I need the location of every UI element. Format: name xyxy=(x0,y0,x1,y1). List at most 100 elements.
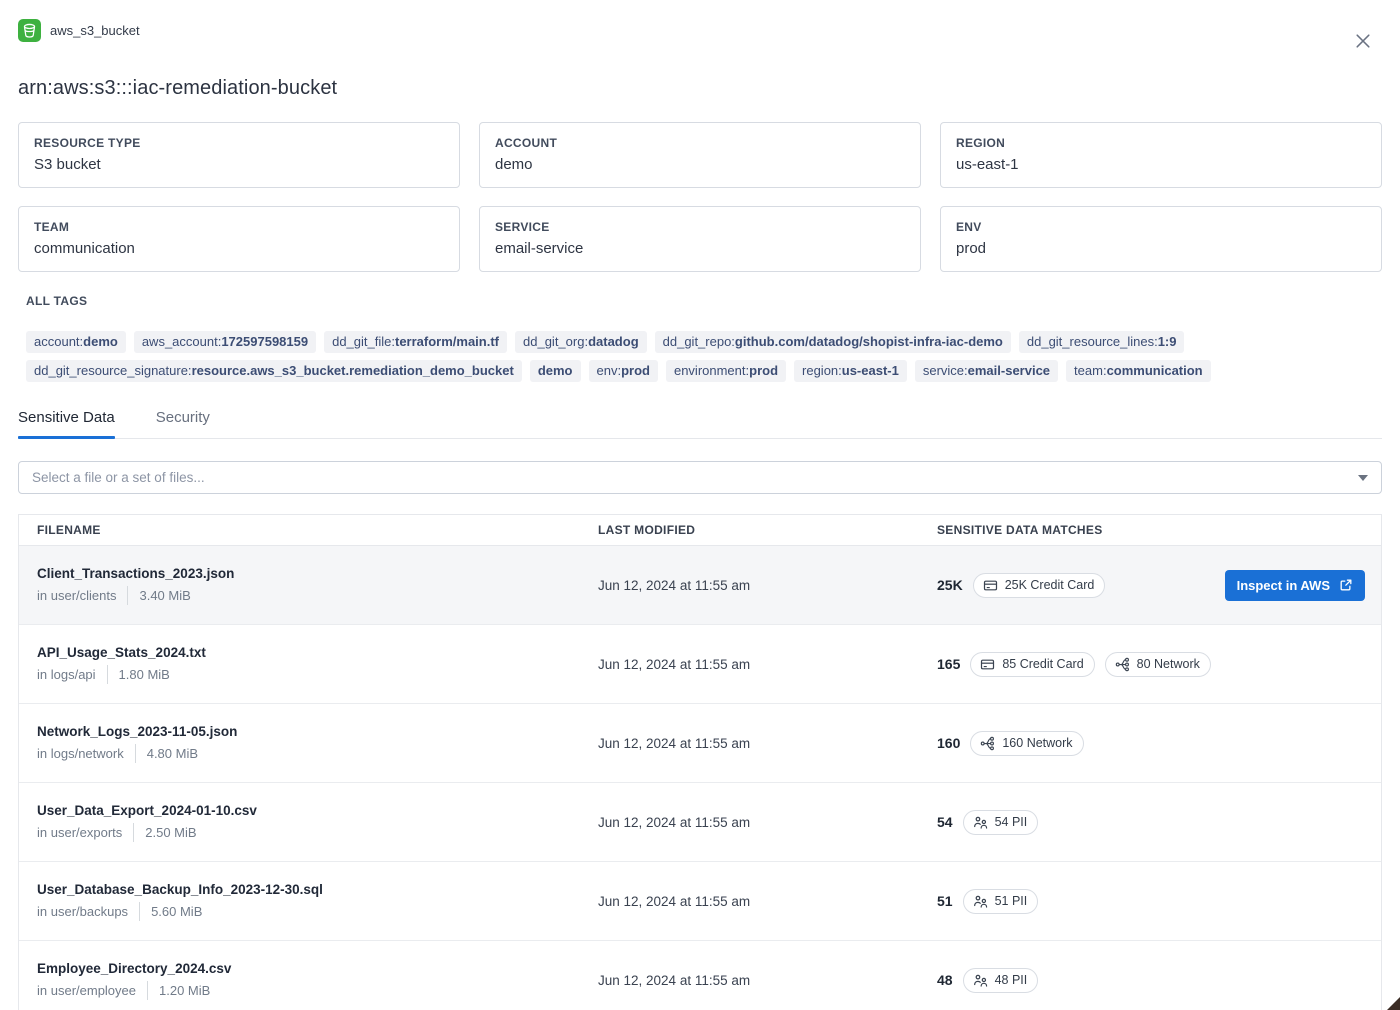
tag-pill[interactable]: aws_account:172597598159 xyxy=(134,331,316,353)
file-location: in user/backups xyxy=(37,904,128,919)
tag-pill[interactable]: team:communication xyxy=(1066,360,1211,382)
attribute-card-label: ENV xyxy=(956,220,1366,234)
match-badge: 51 PII xyxy=(963,889,1039,914)
divider xyxy=(107,665,108,684)
tag-pill[interactable]: dd_git_org:datadog xyxy=(515,331,647,353)
file-name: Network_Logs_2023-11-05.json xyxy=(37,724,598,739)
tag-pill[interactable]: account:demo xyxy=(26,331,126,353)
inspect-in-aws-label: Inspect in AWS xyxy=(1237,578,1330,593)
match-badge-label: 51 PII xyxy=(995,894,1028,908)
inspect-in-aws-button[interactable]: Inspect in AWS xyxy=(1225,570,1365,601)
attribute-card: RESOURCE TYPE S3 bucket xyxy=(18,122,460,188)
file-location: in user/clients xyxy=(37,588,116,603)
mouse-cursor xyxy=(1387,997,1400,1010)
tab-sensitive-data[interactable]: Sensitive Data xyxy=(18,409,115,438)
last-modified-value: Jun 12, 2024 at 11:55 am xyxy=(598,736,937,751)
match-badge-label: 25K Credit Card xyxy=(1005,578,1095,592)
table-row[interactable]: User_Database_Backup_Info_2023-12-30.sql… xyxy=(19,862,1381,941)
match-badge-label: 160 Network xyxy=(1002,736,1072,750)
divider xyxy=(127,586,128,605)
all-tags-label: ALL TAGS xyxy=(26,294,1382,308)
match-badge-label: 85 Credit Card xyxy=(1002,657,1083,671)
file-location: in user/exports xyxy=(37,825,122,840)
match-badges: 54 PII xyxy=(963,810,1039,835)
match-count: 51 xyxy=(937,893,953,909)
column-header-matches: SENSITIVE DATA MATCHES xyxy=(937,523,1381,537)
file-size: 5.60 MiB xyxy=(151,904,202,919)
tags-list: account:demo aws_account:172597598159 dd… xyxy=(26,331,1382,382)
attribute-card-label: SERVICE xyxy=(495,220,905,234)
file-size: 3.40 MiB xyxy=(139,588,190,603)
all-tags-section: ALL TAGS account:demo aws_account:172597… xyxy=(26,294,1382,382)
tab-security[interactable]: Security xyxy=(156,409,210,438)
attribute-card-label: RESOURCE TYPE xyxy=(34,136,444,150)
attribute-card-value: S3 bucket xyxy=(34,156,444,173)
column-header-last-modified: LAST MODIFIED xyxy=(598,523,937,537)
resource-type-chip: aws_s3_bucket xyxy=(18,19,140,42)
tag-pill[interactable]: dd_git_repo:github.com/datadog/shopist-i… xyxy=(655,331,1011,353)
table-row[interactable]: API_Usage_Stats_2024.txt in logs/api 1.8… xyxy=(19,625,1381,704)
file-location: in user/employee xyxy=(37,983,136,998)
last-modified-value: Jun 12, 2024 at 11:55 am xyxy=(598,657,937,672)
match-badges: 85 Credit Card 80 Network xyxy=(970,652,1211,677)
s3-bucket-icon xyxy=(18,19,41,42)
attribute-card: REGION us-east-1 xyxy=(940,122,1382,188)
file-size: 1.80 MiB xyxy=(119,667,170,682)
attribute-cards: RESOURCE TYPE S3 bucket ACCOUNT demo REG… xyxy=(18,122,1382,272)
top-bar: aws_s3_bucket xyxy=(18,0,1382,54)
tag-pill[interactable]: demo xyxy=(530,360,581,382)
attribute-card-value: prod xyxy=(956,240,1366,257)
table-row[interactable]: User_Data_Export_2024-01-10.csv in user/… xyxy=(19,783,1381,862)
table-row[interactable]: Network_Logs_2023-11-05.json in logs/net… xyxy=(19,704,1381,783)
divider xyxy=(135,744,136,763)
match-badges: 25K Credit Card xyxy=(973,573,1106,598)
file-select[interactable]: Select a file or a set of files... xyxy=(18,461,1382,494)
network-icon xyxy=(1115,657,1130,672)
resource-detail-panel: aws_s3_bucket arn:aws:s3:::iac-remediati… xyxy=(0,0,1400,1010)
tag-pill[interactable]: dd_git_resource_signature:resource.aws_s… xyxy=(26,360,522,382)
file-location: in logs/api xyxy=(37,667,96,682)
tag-pill[interactable]: env:prod xyxy=(589,360,658,382)
match-count: 48 xyxy=(937,972,953,988)
match-badge: 160 Network xyxy=(970,731,1083,756)
divider xyxy=(139,902,140,921)
file-name: Client_Transactions_2023.json xyxy=(37,566,598,581)
credit-card-icon xyxy=(983,578,998,593)
tag-pill[interactable]: dd_git_file:terraform/main.tf xyxy=(324,331,507,353)
divider xyxy=(133,823,134,842)
file-name: User_Database_Backup_Info_2023-12-30.sql xyxy=(37,882,598,897)
pii-icon xyxy=(973,815,988,830)
network-icon xyxy=(980,736,995,751)
match-badges: 48 PII xyxy=(963,968,1039,993)
files-table: FILENAME LAST MODIFIED SENSITIVE DATA MA… xyxy=(18,514,1382,1010)
tag-pill[interactable]: region:us-east-1 xyxy=(794,360,907,382)
last-modified-value: Jun 12, 2024 at 11:55 am xyxy=(598,894,937,909)
tag-pill[interactable]: environment:prod xyxy=(666,360,786,382)
attribute-card-value: communication xyxy=(34,240,444,257)
match-badge: 48 PII xyxy=(963,968,1039,993)
file-name: User_Data_Export_2024-01-10.csv xyxy=(37,803,598,818)
tag-pill[interactable]: service:email-service xyxy=(915,360,1058,382)
attribute-card-label: ACCOUNT xyxy=(495,136,905,150)
divider xyxy=(147,981,148,1000)
tag-pill[interactable]: dd_git_resource_lines:1:9 xyxy=(1019,331,1185,353)
match-badge: 85 Credit Card xyxy=(970,652,1094,677)
table-row[interactable]: Client_Transactions_2023.json in user/cl… xyxy=(19,546,1381,625)
close-button[interactable] xyxy=(1350,28,1376,54)
last-modified-value: Jun 12, 2024 at 11:55 am xyxy=(598,973,937,988)
table-body: Client_Transactions_2023.json in user/cl… xyxy=(19,546,1381,1010)
attribute-card-value: demo xyxy=(495,156,905,173)
attribute-card-value: email-service xyxy=(495,240,905,257)
attribute-card-label: TEAM xyxy=(34,220,444,234)
match-badge: 54 PII xyxy=(963,810,1039,835)
match-badge-label: 80 Network xyxy=(1137,657,1200,671)
pii-icon xyxy=(973,973,988,988)
page-title: arn:aws:s3:::iac-remediation-bucket xyxy=(18,77,1382,100)
match-count: 25K xyxy=(937,577,963,593)
last-modified-value: Jun 12, 2024 at 11:55 am xyxy=(598,578,937,593)
resource-type-label: aws_s3_bucket xyxy=(50,23,140,38)
match-badge-label: 48 PII xyxy=(995,973,1028,987)
file-name: Employee_Directory_2024.csv xyxy=(37,961,598,976)
table-row[interactable]: Employee_Directory_2024.csv in user/empl… xyxy=(19,941,1381,1010)
attribute-card-value: us-east-1 xyxy=(956,156,1366,173)
